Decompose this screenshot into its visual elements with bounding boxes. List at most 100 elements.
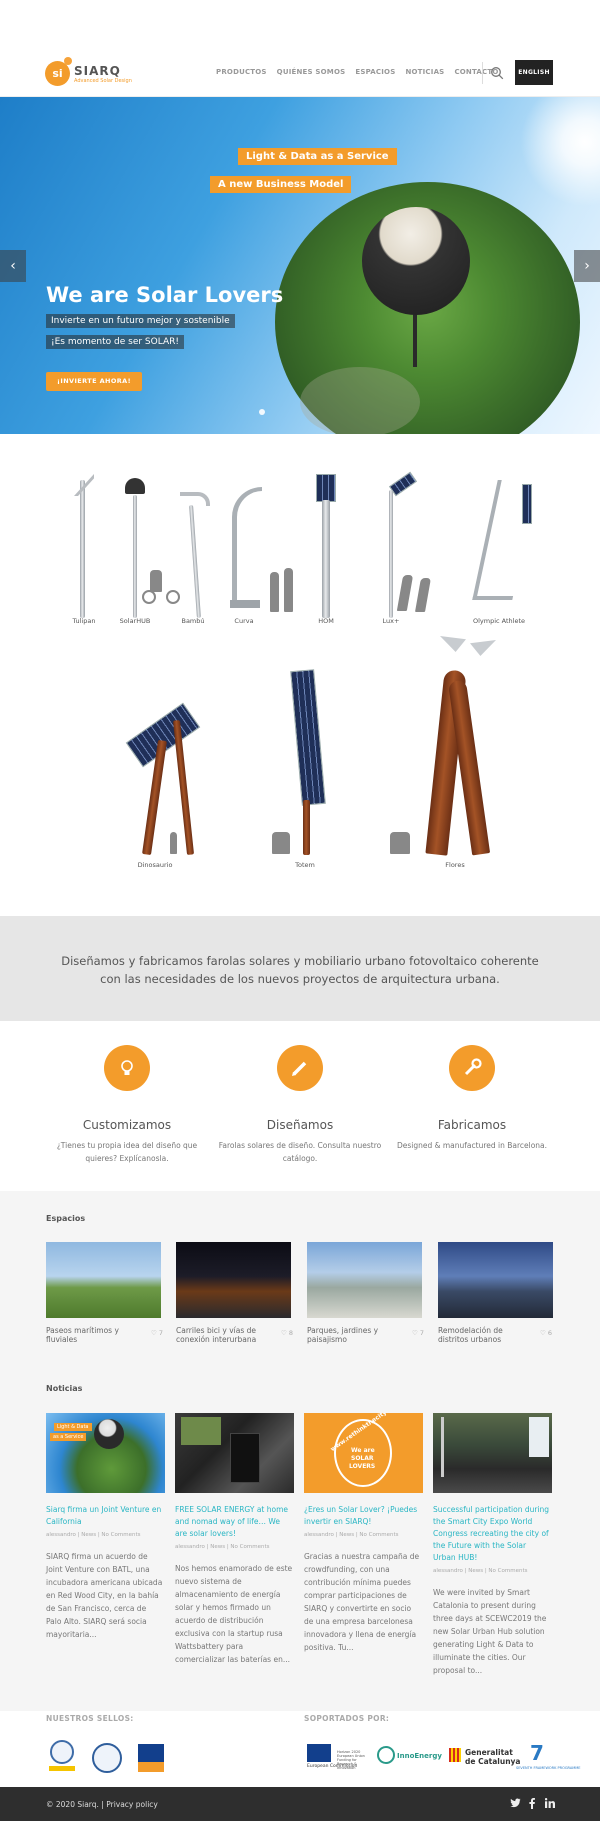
- news-image-photo: [181, 1417, 221, 1445]
- service-desc-customizamos-1: ¿Tienes tu propia idea del diseño que: [56, 1141, 198, 1150]
- product-label-tulipan[interactable]: Tulipan: [73, 617, 96, 625]
- fp7-logo-icon[interactable]: 7: [524, 1741, 550, 1765]
- luxplus-panel: [388, 471, 418, 497]
- hero-sun: [520, 97, 600, 207]
- seal-eu-ribbon: [138, 1762, 164, 1772]
- totem-panel: [290, 669, 326, 806]
- invest-now-button[interactable]: ¡INVIERTE AHORA!: [46, 372, 142, 391]
- espacios-title: Espacios: [46, 1214, 86, 1223]
- product-label-totem[interactable]: Totem: [295, 861, 315, 869]
- family-silhouette: [390, 832, 410, 854]
- news-image-smart-city[interactable]: [433, 1413, 552, 1493]
- copyright-text: © 2020 Siarq.: [46, 1800, 99, 1809]
- space-title-remodelacion[interactable]: Remodelación de distritos urbanos: [438, 1326, 533, 1344]
- nav-espacios[interactable]: ESPACIOS: [355, 68, 395, 76]
- seal-eu-flag[interactable]: [138, 1744, 164, 1762]
- news-meta-joint-venture: alessandro | News | No Comments: [46, 1532, 141, 1538]
- product-label-curva[interactable]: Curva: [234, 617, 253, 625]
- news-image-tag-2: as a Service: [50, 1433, 87, 1441]
- space-like-count-paseos[interactable]: ♡ 7: [151, 1329, 163, 1337]
- heart-icon: ♡: [540, 1329, 546, 1337]
- news-title-joint-venture[interactable]: Siarq firma un Joint Venture en Californ…: [46, 1504, 164, 1528]
- curva-bench: [230, 600, 260, 608]
- product-label-dinosaurio[interactable]: Dinosaurio: [138, 861, 173, 869]
- mission-line-2: con las necesidades de los nuevos proyec…: [100, 972, 500, 986]
- hero-title: We are Solar Lovers: [46, 283, 284, 307]
- product-label-hom[interactable]: HOM: [318, 617, 334, 625]
- facebook-icon[interactable]: [529, 1798, 535, 1812]
- space-image-parques[interactable]: [307, 1242, 422, 1318]
- main-nav: PRODUCTOS QUIÉNES SOMOS ESPACIOS NOTICIA…: [216, 68, 509, 76]
- privacy-policy-link[interactable]: Privacy policy: [106, 1800, 158, 1809]
- product-label-solarhub[interactable]: SolarHUB: [120, 617, 151, 625]
- space-count-value-parques: 7: [419, 1329, 425, 1337]
- space-image-paseos[interactable]: [46, 1242, 161, 1318]
- eu-commission-flag-icon[interactable]: [307, 1744, 331, 1762]
- siarq-logo[interactable]: si SIARQ Advanced Solar Design: [45, 57, 135, 89]
- product-label-bambu[interactable]: Bambú: [181, 617, 204, 625]
- nav-noticias[interactable]: NOTICIAS: [405, 68, 444, 76]
- product-label-olympic-athlete[interactable]: Olympic Athlete: [473, 617, 525, 625]
- space-image-remodelacion[interactable]: [438, 1242, 553, 1318]
- slider-prev-button[interactable]: ‹: [0, 250, 26, 282]
- generalitat-flag-icon[interactable]: [449, 1748, 461, 1762]
- service-title-disenamos: Diseñamos: [266, 1118, 334, 1132]
- hom-panel: [316, 474, 336, 502]
- sponsor-innoenergy: InnoEnergy: [397, 1752, 442, 1760]
- news-image-line-1: We are: [351, 1447, 375, 1454]
- space-count-value-paseos: 7: [158, 1329, 164, 1337]
- lightbulb-icon: [104, 1045, 150, 1091]
- wrench-icon: [449, 1045, 495, 1091]
- seal-sme-flag: [49, 1766, 75, 1771]
- space-like-count-parques[interactable]: ♡ 7: [412, 1329, 424, 1337]
- news-title-free-solar[interactable]: FREE SOLAR ENERGY at home and nomad way …: [175, 1504, 293, 1540]
- space-image-carriles[interactable]: [176, 1242, 291, 1318]
- service-desc-customizamos-2: quieres? Explícanosla.: [85, 1154, 169, 1163]
- news-excerpt-free-solar: Nos hemos enamorado de este nuevo sistem…: [175, 1564, 293, 1664]
- space-title-paseos[interactable]: Paseos marítimos y fluviales: [46, 1326, 141, 1344]
- space-like-count-carriles[interactable]: ♡ 8: [281, 1329, 293, 1337]
- space-title-parques[interactable]: Parques, jardines y paisajismo: [307, 1326, 402, 1344]
- nav-divider: [482, 62, 483, 84]
- flores-head-2: [470, 640, 496, 656]
- product-label-luxplus[interactable]: Lux+: [383, 617, 400, 625]
- cyclist-silhouette: [150, 570, 162, 592]
- slider-next-button[interactable]: ›: [574, 250, 600, 282]
- person-silhouette-1: [270, 572, 279, 612]
- service-desc-disenamos-2: catálogo.: [282, 1154, 318, 1163]
- search-icon[interactable]: [490, 66, 504, 80]
- small-person-silhouette: [170, 832, 177, 854]
- news-excerpt-solar-lover: Gracias a nuestra campaña de crowdfundin…: [304, 1552, 420, 1652]
- news-image-pole: [441, 1417, 444, 1477]
- news-image-solar-lover[interactable]: www.rethinkthecity.com We are SOLAR LOVE…: [304, 1413, 423, 1493]
- english-button[interactable]: ENGLISH: [515, 60, 553, 85]
- service-title-customizamos: Customizamos: [82, 1118, 172, 1132]
- news-image-joint-venture[interactable]: Light & Data as a Service: [46, 1413, 165, 1493]
- slider-dot[interactable]: [259, 409, 265, 415]
- solarhub-head: [125, 478, 145, 494]
- news-title-smart-city[interactable]: Successful participation during the Smar…: [433, 1504, 551, 1564]
- product-label-flores[interactable]: Flores: [445, 861, 464, 869]
- heart-icon: ♡: [151, 1329, 157, 1337]
- logo-brand: SIARQ: [74, 64, 121, 78]
- seal-iso[interactable]: [92, 1743, 122, 1773]
- logo-dot: [64, 57, 72, 65]
- linkedin-icon[interactable]: [544, 1798, 555, 1811]
- totem-base: [303, 800, 310, 855]
- news-excerpt-joint-venture: SIARQ firma un acuerdo de Joint Venture …: [46, 1552, 163, 1639]
- innoenergy-logo-icon[interactable]: [377, 1746, 395, 1764]
- nav-productos[interactable]: PRODUCTOS: [216, 68, 267, 76]
- news-title-solar-lover[interactable]: ¿Eres un Solar Lover? ¡Puedes invertir e…: [304, 1504, 422, 1528]
- news-meta-solar-lover: alessandro | News | No Comments: [304, 1532, 399, 1538]
- seal-sme-instrument[interactable]: [50, 1740, 74, 1764]
- twitter-icon[interactable]: [510, 1798, 521, 1811]
- hero-tag-business: A new Business Model: [210, 176, 352, 193]
- sponsor-fp7: SEVENTH FRAMEWORK PROGRAMME: [516, 1766, 581, 1770]
- space-like-count-remodelacion[interactable]: ♡ 6: [540, 1329, 552, 1337]
- nav-quienes-somos[interactable]: QUIÉNES SOMOS: [277, 68, 346, 76]
- space-title-carriles[interactable]: Carriles bici y vías de conexión interur…: [176, 1326, 271, 1344]
- service-desc-disenamos: Farolas solares de diseño. Consulta nues…: [210, 1139, 390, 1165]
- news-image-free-solar[interactable]: [175, 1413, 294, 1493]
- service-desc-fabricamos: Designed & manufactured in Barcelona.: [382, 1139, 562, 1152]
- hom-pole: [322, 500, 330, 618]
